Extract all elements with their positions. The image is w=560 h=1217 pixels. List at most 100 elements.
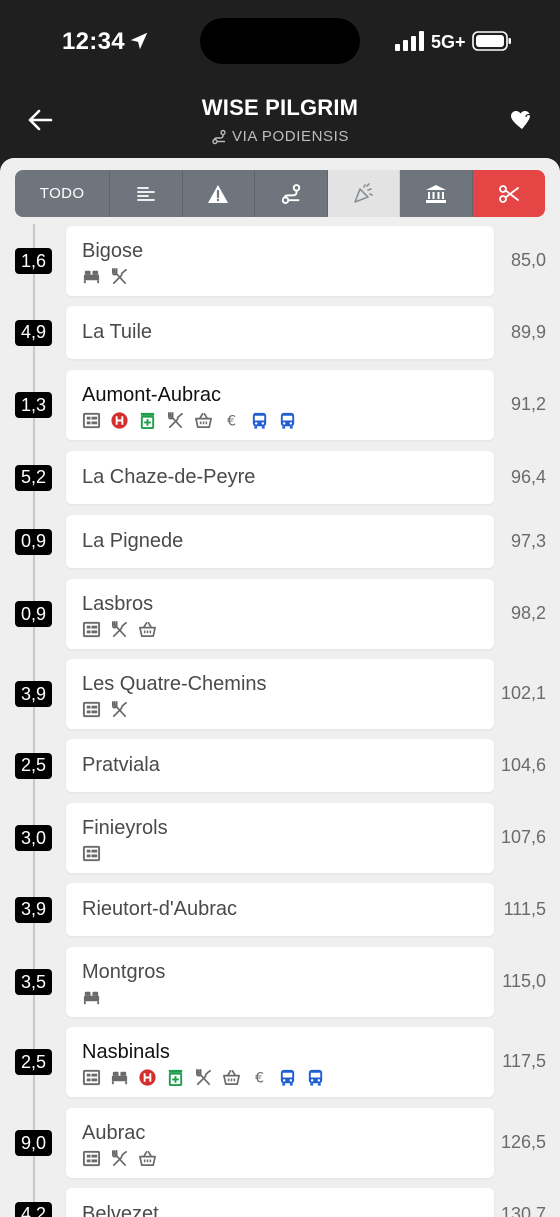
stage-card[interactable]: La Tuile [66,306,494,359]
stage-row[interactable]: 3,5 Montgros 115,0 [0,947,560,1017]
distance-badge: 0,9 [15,601,52,627]
page-title: WISE PILGRIM [201,95,359,120]
amenity-icons [81,266,129,286]
distance-badge: 2,5 [15,752,52,779]
stage-row[interactable]: 0,9 Lasbros 98,2 [0,579,560,649]
amenity-icons [81,987,101,1007]
stage-row[interactable]: 3,0 Finieyrols 107,6 [0,803,560,873]
distance-badge: 4,9 [15,319,52,346]
bus-icon [249,410,269,430]
stage-card[interactable]: Pratviala [66,739,494,792]
distance-badge: 1,3 [15,392,52,418]
cumulative-km: 104,6 [500,754,546,775]
cumulative-km: 115,0 [502,971,546,991]
hospital-icon [109,410,129,430]
restaurant-icon [165,410,185,430]
stage-name: Aubrac [82,1122,146,1144]
route-icon [281,183,301,204]
cumulative-km: 96,4 [510,466,546,487]
hostel-icon [81,1067,101,1087]
svg-text:€: € [226,413,235,429]
stage-card[interactable]: Montgros [66,947,494,1017]
stage-card[interactable]: Les Quatre-Chemins [66,659,494,729]
stage-card[interactable]: Finieyrols [66,803,494,873]
party-icon [354,182,374,203]
distance-badge: 9,0 [15,1130,52,1156]
stage-row[interactable]: 2,5 Pratviala 104,6 [0,739,560,792]
status-time: 12:34 [62,28,125,55]
hostel-icon [81,410,101,430]
stage-card[interactable]: La Pignede [66,515,494,568]
amenity-icons: € [81,1067,325,1087]
filter-festivities[interactable] [327,170,401,217]
stage-row[interactable]: 4,2 Belvezet 130,7 [0,1188,560,1217]
filter-cut[interactable] [472,170,545,217]
stage-row[interactable]: 4,9 La Tuile 89,9 [0,306,560,359]
amenity-icons: € [81,410,297,430]
cumulative-km: 91,2 [510,394,546,414]
filter-monuments[interactable] [400,170,473,217]
stage-row[interactable]: 3,9 Rieutort-d'Aubrac 111,5 [0,883,560,936]
stage-card[interactable]: La Chaze-de-Peyre [66,451,494,504]
museum-icon [425,184,446,203]
bed-icon [81,987,101,1007]
distance-badge: 4,2 [15,1201,52,1217]
distance-badge: 3,0 [15,825,52,851]
shop-icon [193,410,213,430]
stage-card[interactable]: Rieutort-d'Aubrac [66,883,494,936]
amenity-icons [81,619,157,639]
svg-text:€: € [254,1070,263,1086]
stage-card[interactable]: Aumont-Aubrac € [66,370,494,440]
cumulative-km: 85,0 [510,250,546,270]
stage-name: Belvezet [82,1203,159,1217]
stage-row[interactable]: 1,3 Aumont-Aubrac €91,2 [0,370,560,440]
pharmacy-icon [165,1067,185,1087]
stage-row[interactable]: 3,9 Les Quatre-Chemins 102,1 [0,659,560,729]
distance-badge: 3,9 [15,896,52,923]
subtitle-text: VIA PODIENSIS [231,128,349,145]
bus-icon [277,410,297,430]
restaurant-icon [109,619,129,639]
stage-row[interactable]: 1,6 Bigose 85,0 [0,226,560,296]
stage-row[interactable]: 0,9 La Pignede 97,3 [0,515,560,568]
cumulative-km: 111,5 [503,898,546,919]
restaurant-icon [109,266,129,286]
stage-name: Nasbinals [82,1041,170,1063]
cumulative-km: 97,3 [510,530,546,551]
stage-card[interactable]: Nasbinals € [66,1027,494,1097]
cumulative-km: 130,7 [500,1203,546,1217]
stage-row[interactable]: 2,5 Nasbinals €117,5 [0,1027,560,1097]
distance-badge: 5,2 [15,464,52,491]
filter-route[interactable] [255,170,328,217]
favorites-button[interactable] [505,104,537,136]
stage-name: Finieyrols [82,817,168,839]
stage-card[interactable]: Lasbros [66,579,494,649]
hostel-icon [81,699,101,719]
filter-todo[interactable]: TODO [15,170,111,217]
route-subtitle: VIA PODIENSIS [0,128,560,145]
hostel-icon [81,1148,101,1168]
distance-badge: 3,9 [15,681,52,707]
hearts-icon [511,111,532,129]
hostel-icon [81,843,101,863]
hospital-icon [137,1067,157,1087]
distance-badge: 2,5 [15,1049,52,1075]
shop-icon [221,1067,241,1087]
stage-row[interactable]: 9,0 Aubrac 126,5 [0,1108,560,1178]
stage-name: Rieutort-d'Aubrac [82,898,237,920]
stage-name: Lasbros [82,593,154,615]
location-arrow-icon [130,32,148,50]
stage-card[interactable]: Aubrac [66,1108,494,1178]
distance-badge: 0,9 [15,528,52,555]
restaurant-icon [109,1148,129,1168]
status-bar: 12:34 5G+ [0,0,560,84]
stage-card[interactable]: Belvezet [66,1188,494,1217]
filter-warnings[interactable] [182,170,256,217]
stage-card[interactable]: Bigose [66,226,494,296]
cumulative-km: 107,6 [500,827,546,847]
text-lines-icon [137,186,155,201]
filter-text[interactable] [110,170,183,217]
stage-row[interactable]: 5,2 La Chaze-de-Peyre 96,4 [0,451,560,504]
stage-name: Aumont-Aubrac [82,384,221,406]
hostel-icon [81,619,101,639]
